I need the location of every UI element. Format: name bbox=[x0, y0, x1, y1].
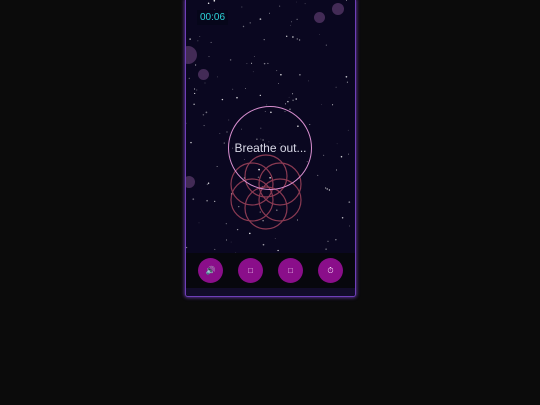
square-icon: □ bbox=[248, 266, 253, 275]
sound-icon: 🔊 bbox=[205, 266, 216, 275]
breath-instruction: Breathe out... bbox=[234, 141, 307, 155]
sound-button[interactable]: 🔊 bbox=[198, 258, 223, 283]
breathing-screen: Breathe out... 00:06 bbox=[186, 0, 355, 253]
option-button-1[interactable]: □ bbox=[238, 258, 263, 283]
footer-strip bbox=[186, 288, 355, 296]
bottom-toolbar: 🔊 □ □ ⏱ bbox=[186, 253, 355, 288]
timer-icon: ⏱ bbox=[327, 265, 334, 275]
session-timer: 00:06 bbox=[197, 10, 229, 25]
option-button-2[interactable]: □ bbox=[278, 258, 303, 283]
app-window: Breathe out... 00:06 🔊 □ □ ⏱ bbox=[185, 0, 356, 297]
square-icon: □ bbox=[288, 266, 293, 275]
timer-button[interactable]: ⏱ bbox=[318, 258, 343, 283]
